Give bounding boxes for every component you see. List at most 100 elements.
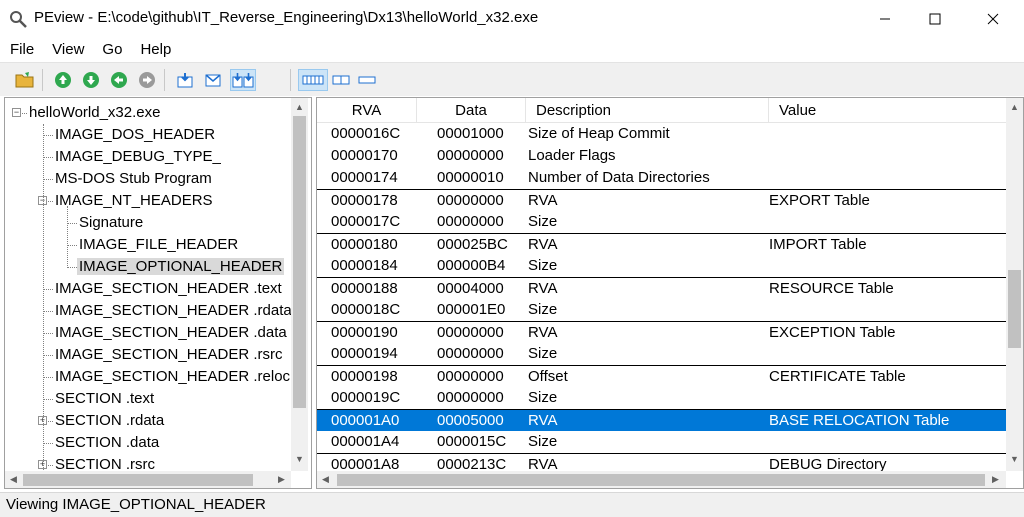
table-row[interactable]: 00000174 00000010 Number of Data Directori…	[317, 167, 1007, 189]
tree-horizontal-scrollbar[interactable]: ◀ ▶	[5, 471, 291, 488]
go-back-icon[interactable]	[108, 69, 130, 91]
cell-value: CERTIFICATE Table	[769, 368, 906, 385]
table-row[interactable]: 00000190 00000000 RVA EXCEPTION Table	[317, 321, 1007, 343]
tree-item[interactable]: IMAGE_SECTION_HEADER .data	[53, 322, 289, 344]
table-row[interactable]: 000001A4 0000015C Size	[317, 431, 1007, 453]
tree-item[interactable]: SECTION .text	[53, 388, 156, 410]
tree-item-label: IMAGE_OPTIONAL_HEADER	[77, 258, 285, 275]
cell-data: 00000000	[437, 324, 504, 341]
table-row[interactable]: 0000016C 00001000 Size of Heap Commit	[317, 123, 1007, 145]
tree-item[interactable]: IMAGE_NT_HEADERS	[53, 190, 215, 212]
tree-connector	[48, 465, 53, 466]
tree-item[interactable]: SECTION .data	[53, 432, 161, 454]
cell-value: IMPORT Table	[769, 236, 867, 253]
menu-help[interactable]: Help	[130, 38, 179, 62]
scroll-left-icon[interactable]: ◀	[317, 471, 334, 488]
menu-view[interactable]: View	[42, 38, 92, 62]
column-value-header[interactable]: Value	[769, 98, 1007, 123]
view-header-icon[interactable]	[174, 69, 196, 91]
view-mail-icon[interactable]	[202, 69, 224, 91]
cell-description: Size	[528, 213, 558, 230]
table-row[interactable]: 0000017C 00000000 Size	[317, 211, 1007, 233]
tree-item[interactable]: IMAGE_DOS_HEADER	[53, 124, 217, 146]
close-button[interactable]	[970, 0, 1016, 38]
table-row[interactable]: 00000184 000000B4 Size	[317, 255, 1007, 277]
cell-value: RESOURCE Table	[769, 280, 894, 297]
table-row[interactable]: 0000019C 00000000 Size	[317, 387, 1007, 409]
tree-item-label: IMAGE_NT_HEADERS	[55, 192, 213, 209]
tree-item[interactable]: Signature	[77, 212, 145, 234]
go-up-icon[interactable]	[52, 69, 74, 91]
tree-item[interactable]: IMAGE_FILE_HEADER	[77, 234, 240, 256]
cell-rva: 00000188	[331, 280, 398, 297]
tree-guide-line	[67, 206, 68, 268]
cell-data: 00000000	[437, 345, 504, 362]
cell-data: 00000000	[437, 192, 504, 209]
cell-data: 00000000	[437, 368, 504, 385]
view-narrow-icon[interactable]	[356, 69, 378, 91]
collapse-icon[interactable]: −	[12, 108, 21, 117]
cell-description: RVA	[528, 412, 558, 429]
scroll-right-icon[interactable]: ▶	[273, 471, 290, 488]
table-row[interactable]: 00000170 00000000 Loader Flags	[317, 145, 1007, 167]
list-scroll-thumb[interactable]	[1008, 270, 1021, 348]
tree-item[interactable]: MS-DOS Stub Program	[53, 168, 214, 190]
table-row[interactable]: 0000018C 000001E0 Size	[317, 299, 1007, 321]
column-description-header[interactable]: Description	[526, 98, 769, 123]
status-bar: Viewing IMAGE_OPTIONAL_HEADER	[0, 492, 1024, 517]
cell-rva: 00000198	[331, 368, 398, 385]
tree-item[interactable]: IMAGE_SECTION_HEADER .text	[53, 278, 284, 300]
table-row[interactable]: 00000194 00000000 Size	[317, 343, 1007, 365]
column-data-header[interactable]: Data	[417, 98, 526, 123]
list-header: RVA Data Description Value	[317, 98, 1007, 123]
scroll-down-icon[interactable]: ▼	[1006, 450, 1023, 467]
scroll-up-icon[interactable]: ▲	[1006, 98, 1023, 115]
tree-item[interactable]: helloWorld_x32.exe	[27, 102, 162, 124]
column-rva-header[interactable]: RVA	[317, 98, 417, 123]
table-row[interactable]: 00000178 00000000 RVA EXPORT Table	[317, 189, 1007, 211]
tree-connector	[43, 443, 53, 444]
scroll-down-icon[interactable]: ▼	[291, 450, 308, 467]
scroll-right-icon[interactable]: ▶	[987, 471, 1004, 488]
menu-go[interactable]: Go	[92, 38, 130, 62]
cell-value: BASE RELOCATION Table	[769, 412, 950, 429]
go-down-icon[interactable]	[80, 69, 102, 91]
tree-vertical-scrollbar[interactable]: ▲ ▼	[291, 98, 308, 471]
go-forward-icon[interactable]	[136, 69, 158, 91]
tree-connector	[43, 289, 53, 290]
tree-scroll-thumb[interactable]	[293, 116, 306, 408]
tree-pane[interactable]: helloWorld_x32.exe − IMAGE_DOS_HEADER IMAGE…	[4, 97, 312, 489]
table-row[interactable]: 000001A0 00005000 RVA BASE RELOCATION Table	[317, 409, 1007, 431]
scroll-left-icon[interactable]: ◀	[5, 471, 22, 488]
tree-connector	[67, 245, 77, 246]
tree-item[interactable]: IMAGE_SECTION_HEADER .rdata	[53, 300, 294, 322]
cell-description: RVA	[528, 236, 558, 253]
table-row[interactable]: 00000188 00004000 RVA RESOURCE Table	[317, 277, 1007, 299]
minimize-button[interactable]	[862, 0, 908, 38]
cell-data: 00000000	[437, 147, 504, 164]
cell-rva: 0000017C	[331, 213, 401, 230]
list-hscroll-thumb[interactable]	[337, 474, 985, 486]
tree-item[interactable]: IMAGE_OPTIONAL_HEADER	[77, 256, 285, 278]
open-folder-icon[interactable]	[14, 69, 36, 91]
menu-file[interactable]: File	[0, 38, 42, 62]
data-list-pane[interactable]: RVA Data Description Value 0000016C 00001…	[316, 97, 1024, 489]
tree-item[interactable]: IMAGE_DEBUG_TYPE_	[53, 146, 223, 168]
table-row[interactable]: 00000198 00000000 Offset CERTIFICATE Table	[317, 365, 1007, 387]
tree-item[interactable]: IMAGE_SECTION_HEADER .reloc	[53, 366, 292, 388]
cell-rva: 0000019C	[331, 389, 401, 406]
view-split-icon[interactable]	[230, 69, 256, 91]
view-wide-icon[interactable]	[298, 69, 328, 91]
tree-item[interactable]: IMAGE_SECTION_HEADER .rsrc	[53, 344, 285, 366]
view-medium-icon[interactable]	[330, 69, 352, 91]
scroll-up-icon[interactable]: ▲	[291, 98, 308, 115]
cell-description: Loader Flags	[528, 147, 616, 164]
tree-item[interactable]: SECTION .rdata	[53, 410, 166, 432]
cell-rva: 00000194	[331, 345, 398, 362]
table-row[interactable]: 00000180 000025BC RVA IMPORT Table	[317, 233, 1007, 255]
list-horizontal-scrollbar[interactable]: ◀ ▶	[317, 471, 1006, 488]
list-vertical-scrollbar[interactable]: ▲ ▼	[1006, 98, 1023, 471]
tree-hscroll-thumb[interactable]	[23, 474, 253, 486]
maximize-button[interactable]	[912, 0, 958, 38]
tree-item-label: SECTION .rdata	[55, 412, 165, 429]
